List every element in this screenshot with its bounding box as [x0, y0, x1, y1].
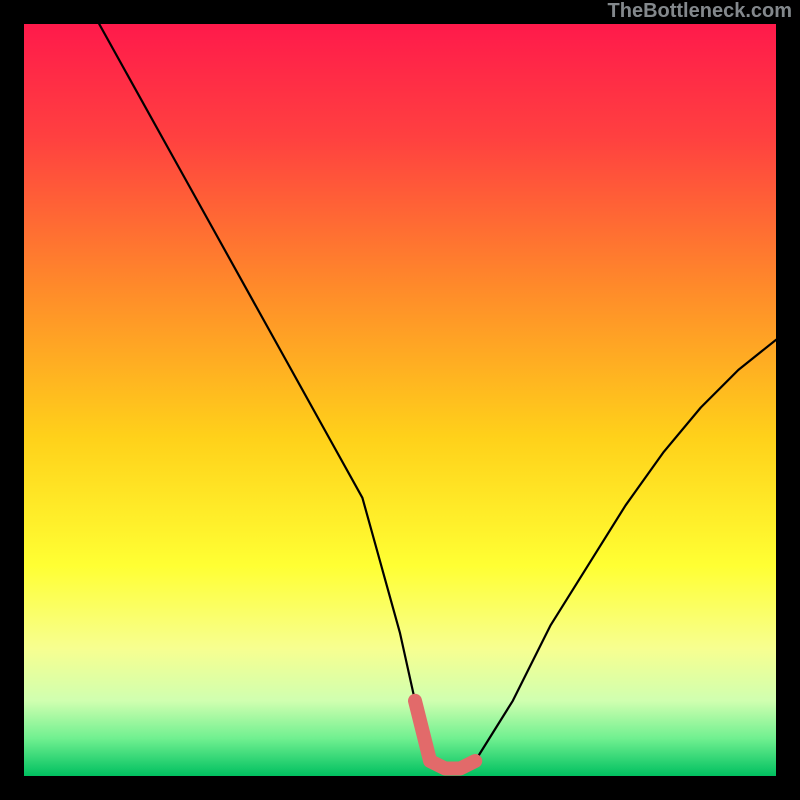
chart-frame: TheBottleneck.com [0, 0, 800, 800]
plot-area [24, 24, 776, 776]
bottleneck-curve [24, 24, 776, 776]
watermark-text: TheBottleneck.com [608, 0, 792, 23]
